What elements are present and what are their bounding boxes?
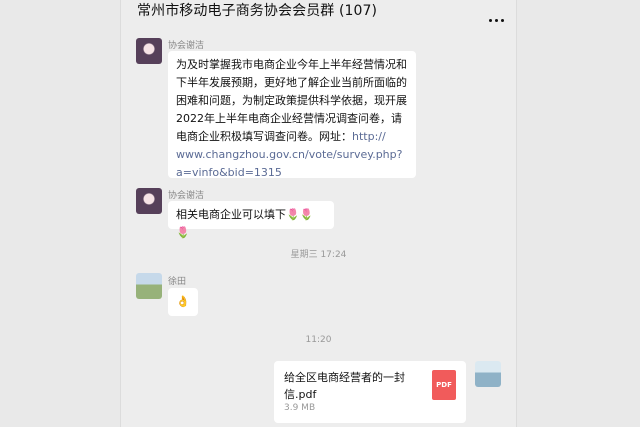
survey-link[interactable]: http://: [352, 130, 386, 143]
survey-link[interactable]: a=vinfo&bid=1315: [176, 164, 408, 182]
message-text: 👌: [176, 295, 190, 308]
sender-name: 协会谢洁: [168, 191, 205, 201]
timestamp: 星期三 17:24: [290, 250, 347, 260]
own-avatar[interactable]: [475, 361, 501, 387]
message-line: 2022年上半年电商企业经营情况调查问卷，请: [176, 112, 402, 125]
chat-title: 常州市移动电子商务协会会员群 (107): [137, 3, 378, 19]
message-line-text: 电商企业积极填写调查问卷。网址：: [176, 130, 352, 143]
file-size: 3.9 MB: [284, 403, 316, 413]
survey-link[interactable]: www.changzhou.gov.cn/vote/survey.php?: [176, 146, 408, 164]
sender-name: 徐田: [168, 277, 187, 287]
message-bubble[interactable]: 为及时掌握我市电商企业今年上半年经营情况和 下半年发展预期，更好地了解企业当前所…: [168, 51, 416, 179]
message-bubble[interactable]: 👌: [168, 288, 198, 316]
sender-avatar[interactable]: [136, 188, 162, 214]
sender-avatar[interactable]: [136, 38, 162, 64]
file-name-line: 信.pdf: [284, 388, 317, 401]
message-line: 电商企业积极填写调查问卷。网址：http://: [176, 128, 408, 146]
message-line: 下半年发展预期，更好地了解企业当前所面临的: [176, 76, 407, 89]
message-bubble[interactable]: 相关电商企业可以填下🌷🌷🌷: [168, 201, 334, 239]
pdf-icon: PDF: [432, 370, 456, 400]
file-name: 给全区电商经营者的一封 信.pdf: [284, 369, 429, 403]
message-line: 为及时掌握我市电商企业今年上半年经营情况和: [176, 58, 407, 71]
file-attachment[interactable]: 给全区电商经营者的一封 信.pdf 3.9 MB PDF: [274, 361, 466, 423]
chat-header: 常州市移动电子商务协会会员群 (107): [121, 0, 516, 22]
message-text: 相关电商企业可以填下🌷🌷🌷: [176, 208, 314, 239]
timestamp: 11:20: [305, 335, 332, 345]
sender-avatar[interactable]: [136, 273, 162, 299]
chat-window: 常州市移动电子商务协会会员群 (107) 协会谢洁 为及时掌握我市电商企业今年上…: [120, 0, 517, 427]
file-name-line: 给全区电商经营者的一封: [284, 371, 405, 384]
sender-name: 协会谢洁: [168, 41, 205, 51]
more-icon[interactable]: [486, 7, 504, 26]
message-line: 困难和问题，为制定政策提供科学依据，现开展: [176, 94, 407, 107]
